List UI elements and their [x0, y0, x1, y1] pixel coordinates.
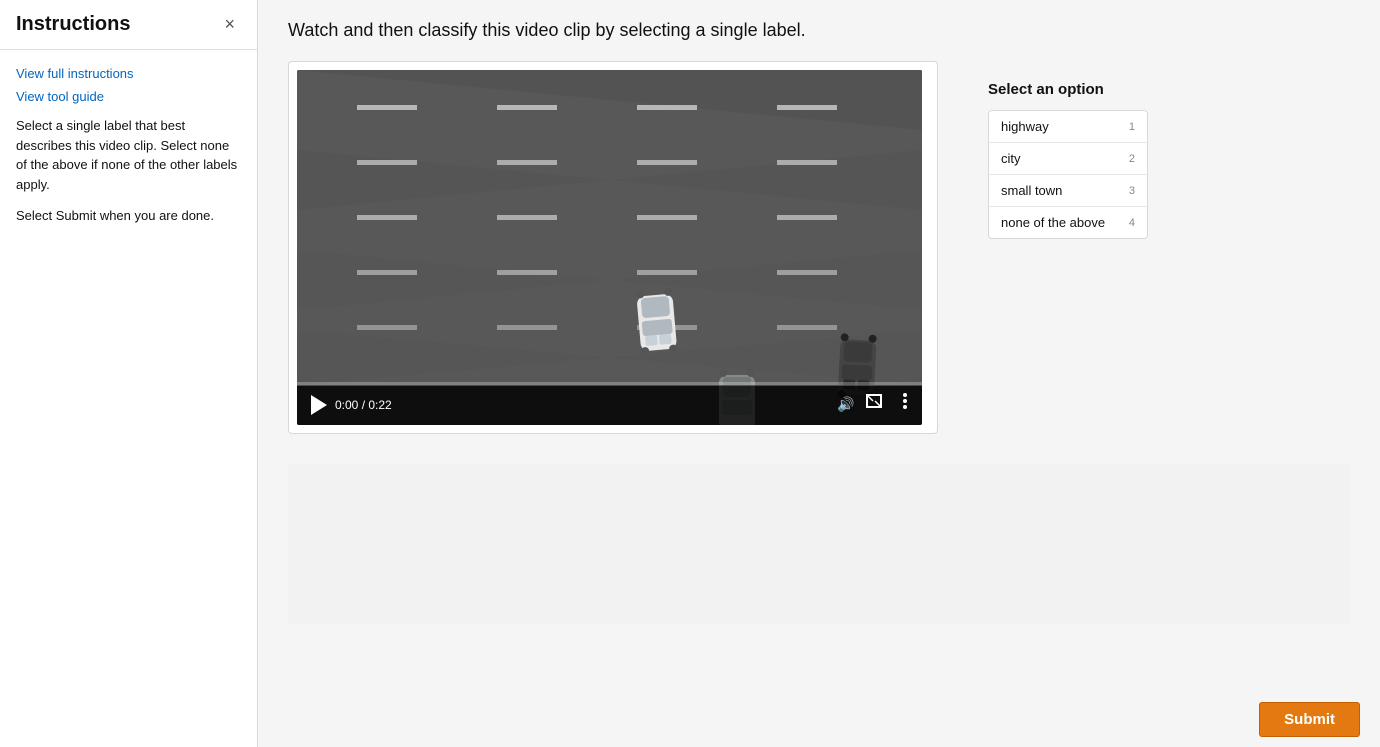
- sidebar: Instructions × View full instructions Vi…: [0, 0, 258, 747]
- instruction-text-1: Select a single label that best describe…: [16, 116, 241, 194]
- option-none-number: 4: [1129, 217, 1135, 229]
- option-highway-number: 1: [1129, 121, 1135, 133]
- option-highway-label: highway: [1001, 119, 1049, 134]
- video-scene: 0:00 / 0:22 🔊: [297, 70, 922, 425]
- option-none-of-above[interactable]: none of the above 4: [989, 207, 1147, 238]
- sidebar-header: Instructions ×: [0, 0, 257, 50]
- close-button[interactable]: ×: [218, 12, 241, 37]
- video-player[interactable]: 0:00 / 0:22 🔊: [297, 70, 922, 425]
- sidebar-title: Instructions: [16, 13, 130, 36]
- option-city-number: 2: [1129, 153, 1135, 165]
- option-list: highway 1 city 2 small town 3 none of th…: [988, 110, 1148, 239]
- option-city-label: city: [1001, 151, 1021, 166]
- view-tool-guide-link[interactable]: View tool guide: [16, 89, 241, 104]
- option-city[interactable]: city 2: [989, 143, 1147, 175]
- option-small-town[interactable]: small town 3: [989, 175, 1147, 207]
- svg-text:🔊: 🔊: [837, 395, 854, 413]
- option-none-label: none of the above: [1001, 215, 1105, 230]
- view-full-instructions-link[interactable]: View full instructions: [16, 66, 241, 81]
- submit-button[interactable]: Submit: [1259, 702, 1360, 737]
- content-area: Watch and then classify this video clip …: [258, 0, 1380, 747]
- instruction-text-2: Select Submit when you are done.: [16, 206, 241, 226]
- task-instruction: Watch and then classify this video clip …: [288, 20, 1350, 41]
- bottom-bar: Submit: [1239, 692, 1380, 747]
- option-small-town-label: small town: [1001, 183, 1062, 198]
- video-container: 0:00 / 0:22 🔊: [288, 61, 938, 434]
- option-highway[interactable]: highway 1: [989, 111, 1147, 143]
- sidebar-body: View full instructions View tool guide S…: [0, 50, 257, 254]
- svg-text:0:00 / 0:22: 0:00 / 0:22: [335, 398, 392, 412]
- options-heading: Select an option: [988, 81, 1148, 98]
- option-small-town-number: 3: [1129, 185, 1135, 197]
- watermark-area: [288, 464, 1350, 624]
- options-panel: Select an option highway 1 city 2 small …: [968, 61, 1168, 259]
